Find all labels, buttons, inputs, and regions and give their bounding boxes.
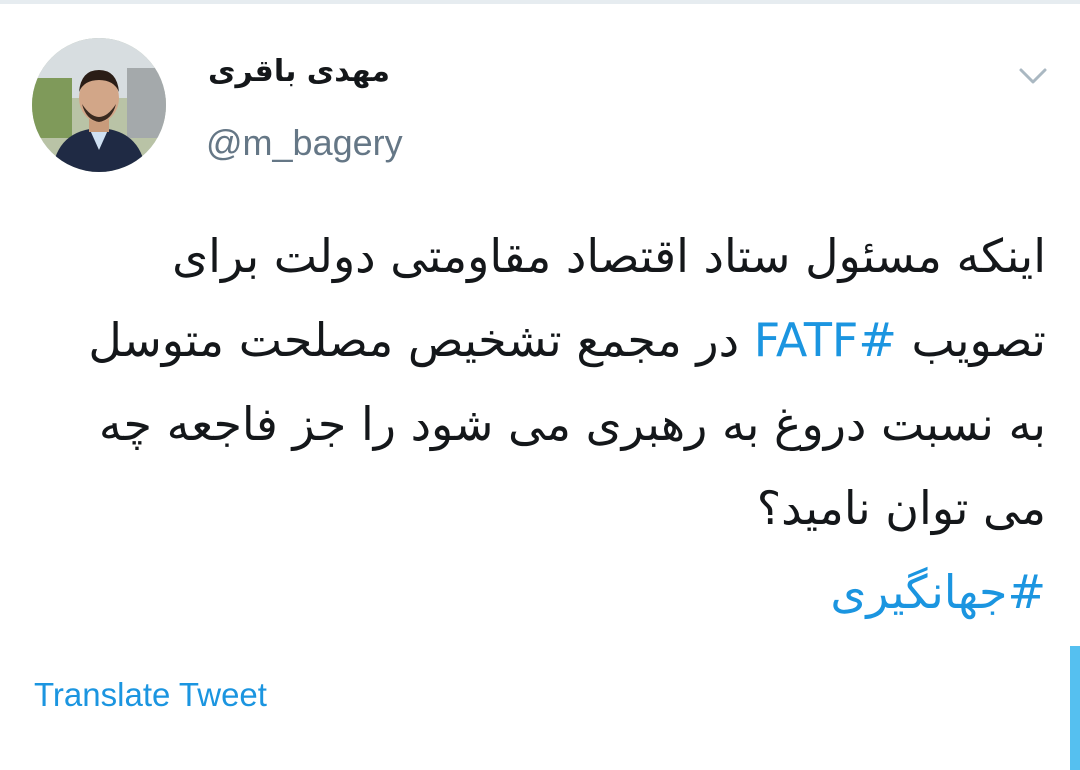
translate-tweet-link[interactable]: Translate Tweet <box>34 676 267 714</box>
author-handle[interactable]: @m_bagery <box>206 122 403 164</box>
hashtag-fatf-link[interactable]: #FATF <box>754 313 897 367</box>
tweet-text: اینکه مسئول ستاد اقتصاد مقاومتی دولت برا… <box>40 214 1046 634</box>
top-divider <box>0 0 1080 4</box>
scrollbar[interactable] <box>1070 646 1080 770</box>
tweet-view: مهدی باقری @m_bagery اینکه مسئول ستاد اق… <box>0 0 1080 770</box>
hashtag-jahangiri-link[interactable]: #جهانگیری <box>830 565 1046 619</box>
chevron-down-icon[interactable] <box>1015 62 1051 90</box>
avatar[interactable] <box>32 38 166 172</box>
author-display-name[interactable]: مهدی باقری <box>200 54 390 89</box>
